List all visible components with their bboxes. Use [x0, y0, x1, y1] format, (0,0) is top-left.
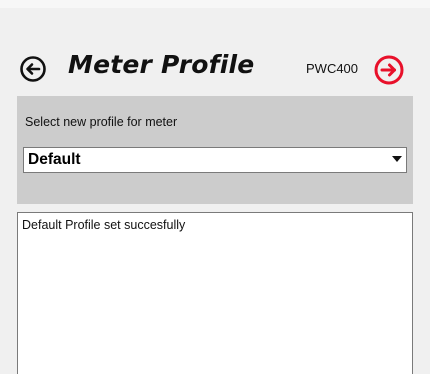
forward-arrow-circle-icon[interactable] [373, 54, 405, 86]
profile-select-value: Default [28, 151, 81, 168]
profile-select-label: Select new profile for meter [25, 115, 178, 129]
top-strip [0, 0, 430, 8]
status-log[interactable]: Default Profile set succesfully [17, 212, 413, 374]
back-arrow-circle-icon[interactable] [19, 55, 47, 83]
profile-select[interactable]: Default [23, 147, 407, 173]
device-label: PWC400 [306, 61, 359, 76]
chevron-down-icon[interactable] [392, 156, 402, 162]
status-log-text: Default Profile set succesfully [22, 218, 186, 232]
profile-panel: Select new profile for meter Default [17, 96, 413, 204]
page-title: Meter Profile [68, 50, 255, 79]
page-header: Meter Profile PWC400 [0, 44, 430, 90]
